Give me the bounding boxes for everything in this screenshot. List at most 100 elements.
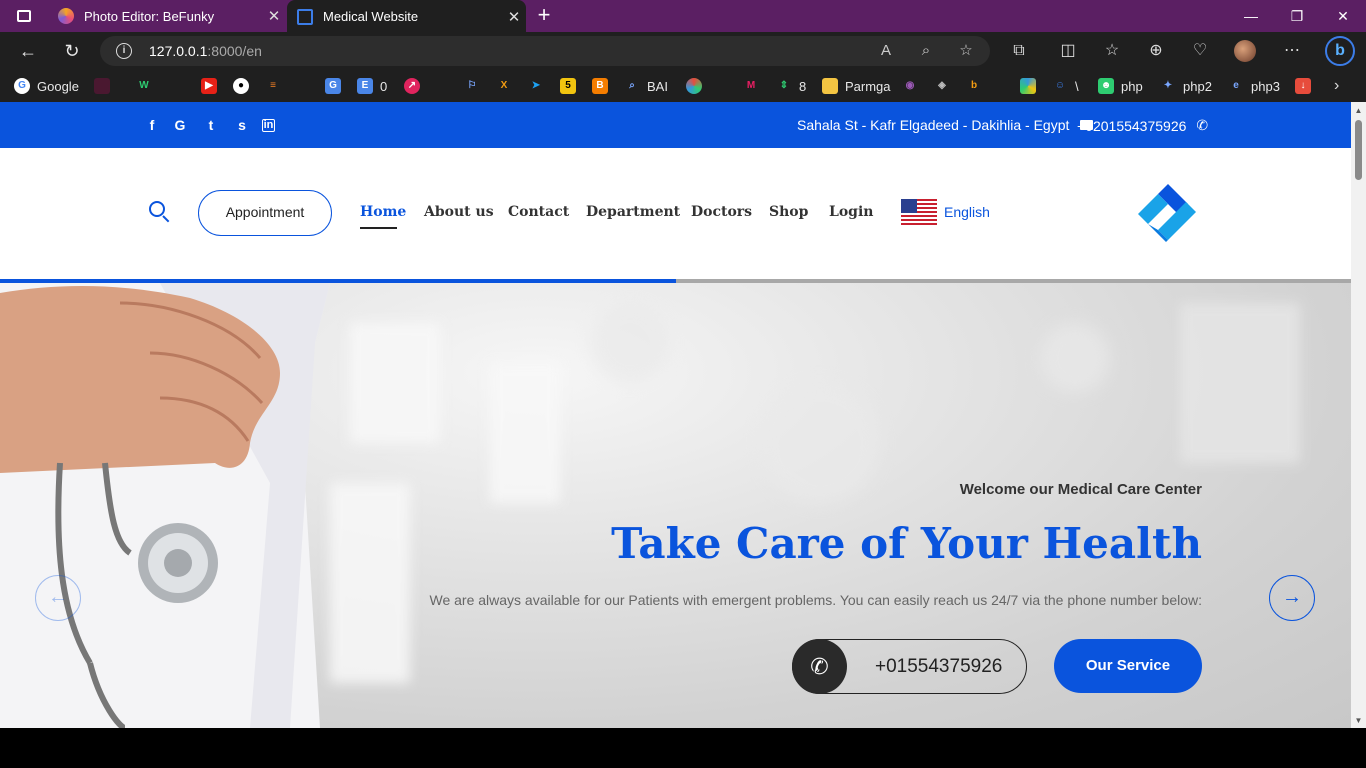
bookmark-e[interactable]: E0: [357, 76, 387, 96]
bookmark-google[interactable]: G Google: [14, 76, 79, 96]
bookmark-parmga[interactable]: Parmga: [822, 76, 891, 96]
bookmark-item[interactable]: ↗: [404, 76, 427, 96]
close-tab-icon[interactable]: ✕: [502, 8, 526, 26]
close-window-button[interactable]: ✕: [1320, 0, 1366, 32]
nav-doctors[interactable]: Doctors: [691, 204, 752, 220]
bookmark-php3[interactable]: e php3: [1228, 76, 1280, 96]
site-logo[interactable]: [1138, 182, 1198, 244]
bookmark-item[interactable]: [686, 76, 709, 96]
bookmark-item[interactable]: [1020, 76, 1043, 96]
us-flag-icon[interactable]: [901, 199, 937, 225]
php-icon: ☻: [1098, 78, 1114, 94]
hero-description: We are always available for our Patients…: [429, 592, 1202, 608]
tab-photo-editor[interactable]: Photo Editor: BeFunky ✕: [48, 0, 286, 32]
site-favicon-icon: [297, 8, 313, 25]
sidebar-toggle-button[interactable]: [8, 4, 40, 28]
nav-department[interactable]: Department: [586, 204, 680, 220]
five-icon: 5: [560, 78, 576, 94]
bookmarks-overflow-button[interactable]: ›: [1334, 76, 1339, 96]
tab-title: Photo Editor: BeFunky: [84, 8, 215, 24]
bookmark-8[interactable]: ⇕ 8: [776, 76, 806, 96]
performance-icon[interactable]: ♡: [1189, 40, 1211, 62]
our-service-button[interactable]: Our Service: [1054, 639, 1202, 693]
contact-topbar: f G t s in Sahala St - Kafr Elgadeed - D…: [0, 102, 1351, 148]
flag-icon: ⚐: [467, 80, 477, 91]
sidebar-icon: [17, 10, 31, 22]
bookmark-blogger[interactable]: B: [592, 76, 615, 96]
tab-title: Medical Website: [323, 9, 419, 24]
appointment-button[interactable]: Appointment: [198, 190, 332, 236]
site-info-icon[interactable]: i: [116, 43, 132, 59]
nav-home[interactable]: Home: [360, 204, 406, 220]
bookmark-label: php2: [1183, 78, 1212, 94]
address-text: Sahala St - Kafr Elgadeed - Dakihlia - E…: [797, 117, 1070, 133]
copilot-icon[interactable]: b: [1325, 36, 1355, 66]
phone-text[interactable]: +0201554375926: [1077, 118, 1186, 134]
e-icon: E: [357, 78, 373, 94]
search-icon[interactable]: [149, 201, 170, 223]
php3-icon: e: [1233, 80, 1239, 91]
page-scrollbar[interactable]: ▲ ▼: [1351, 102, 1366, 728]
read-aloud-icon[interactable]: A: [876, 41, 896, 61]
bookmark-stackoverflow[interactable]: ≡: [265, 76, 288, 96]
bookmark-bai[interactable]: ⌕ BAI: [624, 76, 668, 96]
bookmark-translate[interactable]: G: [325, 76, 348, 96]
back-button[interactable]: ←: [14, 39, 42, 63]
bookmark-php[interactable]: ☻ php: [1098, 76, 1143, 96]
bookmark-label: \: [1075, 78, 1079, 94]
bookmark-php2[interactable]: ✦ php2: [1160, 76, 1212, 96]
skype-icon[interactable]: s: [233, 116, 251, 134]
bookmarks-bar: G Google W ▶ ● ≡ G E0 ↗ ⚐ X ➤ 5 B ⌕ BAI M …: [0, 70, 1366, 102]
reload-button[interactable]: ↻: [58, 39, 86, 63]
hero-slider: Welcome our Medical Care Center Take Car…: [0, 283, 1351, 728]
bookmark-item[interactable]: 5: [560, 76, 583, 96]
bookmark-github[interactable]: ●: [233, 76, 256, 96]
nav-shop[interactable]: Shop: [769, 204, 808, 220]
bookmark-item[interactable]: ⚐: [464, 76, 487, 96]
new-tab-button[interactable]: +: [532, 4, 556, 28]
facebook-icon[interactable]: f: [143, 116, 161, 134]
collections-icon[interactable]: ⊕: [1145, 40, 1167, 62]
bookmark-item[interactable]: ◈: [934, 76, 957, 96]
nav-login[interactable]: Login: [829, 204, 873, 220]
linkedin-icon[interactable]: in: [262, 119, 275, 132]
zoom-icon[interactable]: ⌕: [916, 41, 936, 61]
hero-phone-pill[interactable]: ✆ +01554375926: [792, 639, 1027, 694]
favorite-star-icon[interactable]: ☆: [956, 41, 976, 61]
scroll-down-icon[interactable]: ▼: [1354, 716, 1363, 726]
profile-avatar[interactable]: [1234, 40, 1256, 62]
bookmark-item[interactable]: [94, 76, 117, 96]
close-tab-icon[interactable]: ✕: [262, 7, 286, 25]
minimize-button[interactable]: —: [1228, 0, 1274, 32]
favorites-icon[interactable]: ☆: [1101, 40, 1123, 62]
bookmark-item[interactable]: ◉: [902, 76, 925, 96]
slider-prev-button[interactable]: ←: [35, 575, 81, 621]
bookmark-backslash[interactable]: ☺ \: [1052, 76, 1079, 96]
nav-about-us[interactable]: About us: [424, 204, 494, 220]
url-text[interactable]: 127.0.0.1:8000/en: [149, 43, 262, 59]
scrollbar-thumb[interactable]: [1355, 120, 1362, 180]
twitter-icon[interactable]: t: [202, 116, 220, 134]
google-icon[interactable]: G: [171, 116, 189, 134]
bookmark-item[interactable]: X: [496, 76, 519, 96]
extensions-icon[interactable]: ⧉: [1008, 40, 1030, 62]
language-selector[interactable]: English: [944, 204, 990, 220]
restore-button[interactable]: ❐: [1274, 0, 1320, 32]
nav-contact[interactable]: Contact: [508, 204, 569, 220]
bookmark-item[interactable]: W: [136, 76, 159, 96]
colorful-icon: [686, 78, 702, 94]
bookmark-youtube[interactable]: ▶: [201, 76, 224, 96]
blogger-icon: B: [592, 78, 608, 94]
scroll-up-icon[interactable]: ▲: [1354, 106, 1363, 116]
bookmark-item[interactable]: M: [743, 76, 766, 96]
bookmark-item[interactable]: ↓: [1295, 76, 1318, 96]
split-screen-icon[interactable]: ◫: [1057, 40, 1079, 62]
tab-medical-website[interactable]: Medical Website ✕: [287, 0, 526, 33]
b-icon: b: [970, 80, 978, 91]
bookmark-item[interactable]: b: [966, 76, 989, 96]
address-info: Sahala St - Kafr Elgadeed - Dakihlia - E…: [797, 117, 1094, 133]
more-menu-icon[interactable]: ⋯: [1281, 40, 1303, 62]
bookmark-item[interactable]: ➤: [528, 76, 551, 96]
address-bar[interactable]: i 127.0.0.1:8000/en A ⌕ ☆: [100, 36, 990, 66]
slider-next-button[interactable]: →: [1269, 575, 1315, 621]
